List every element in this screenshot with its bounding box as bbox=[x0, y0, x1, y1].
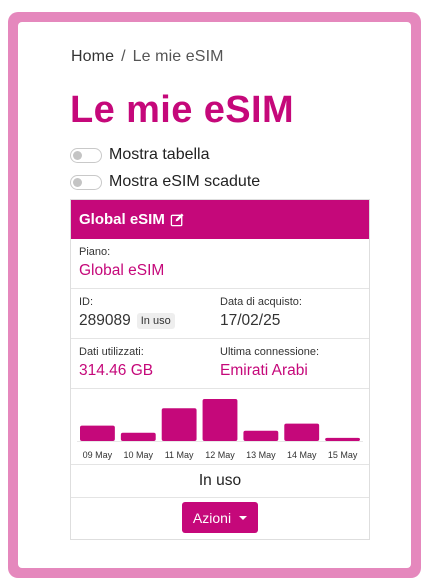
breadcrumb-separator: / bbox=[121, 48, 126, 65]
data-used-column: Dati utilizzati: 314.46 GB bbox=[79, 346, 220, 388]
purchase-column: Data di acquisto: 17/02/25 bbox=[220, 296, 361, 338]
chart-bar bbox=[202, 399, 238, 441]
chart-tick-label: 12 May bbox=[205, 450, 235, 460]
chart-tick-label: 11 May bbox=[165, 450, 194, 460]
last-connection-value: Emirati Arabi bbox=[220, 362, 308, 379]
card-header: Global eSIM bbox=[71, 200, 369, 239]
pencil-square-icon[interactable] bbox=[170, 212, 185, 227]
data-used-value: 314.46 GB bbox=[79, 362, 154, 379]
purchase-value: 17/02/25 bbox=[220, 312, 281, 329]
id-value: 289089 bbox=[79, 312, 131, 329]
caret-down-icon bbox=[239, 515, 248, 520]
page-frame: Home / Le mie eSIM Le mie eSIM Mostra tabe… bbox=[8, 12, 421, 578]
chart-bar bbox=[120, 432, 156, 441]
chart-tick-label: 15 May bbox=[328, 450, 358, 460]
chart-tick-label: 14 May bbox=[287, 450, 317, 460]
chart-tick-label: 09 May bbox=[83, 450, 113, 460]
toggle-show-table[interactable]: Mostra tabella bbox=[70, 146, 210, 164]
actions-label: Azioni bbox=[192, 509, 232, 526]
toggle-knob bbox=[73, 177, 82, 187]
toggle-label: Mostra eSIM scadute bbox=[109, 173, 261, 190]
toggle-switch[interactable] bbox=[70, 174, 102, 190]
data-used-label: Dati utilizzati: bbox=[79, 346, 144, 358]
chart-bar bbox=[80, 425, 115, 441]
chart-bar bbox=[325, 437, 360, 441]
toggle-label: Mostra tabella bbox=[109, 146, 210, 163]
page-title: Le mie eSIM bbox=[70, 89, 295, 131]
chart-bar bbox=[243, 430, 279, 441]
last-connection-label: Ultima connessione: bbox=[220, 346, 320, 358]
content-panel: Home / Le mie eSIM Le mie eSIM Mostra tabe… bbox=[18, 22, 411, 568]
toggle-knob bbox=[73, 150, 82, 160]
breadcrumb-home[interactable]: Home bbox=[71, 48, 114, 65]
actions-wrap: Azioni bbox=[71, 498, 369, 533]
status-text: In uso bbox=[198, 472, 242, 489]
plan-label: Piano: bbox=[79, 246, 111, 258]
purchase-label: Data di acquisto: bbox=[220, 296, 302, 308]
id-purchase-section: ID: 289089 In uso Data di acquisto: 17/0… bbox=[71, 289, 369, 339]
chart-tick-label: 13 May bbox=[246, 450, 276, 460]
breadcrumb: Home / Le mie eSIM bbox=[71, 48, 224, 66]
toggle-switch[interactable] bbox=[70, 147, 102, 163]
esim-card: Global eSIM Piano: Global eSIM ID: 28908… bbox=[70, 199, 370, 540]
chart-tick-label: 10 May bbox=[124, 450, 154, 460]
id-column: ID: 289089 In uso bbox=[79, 296, 220, 338]
status-section: In uso bbox=[71, 465, 369, 498]
chart-bar bbox=[161, 408, 197, 441]
usage-chart: 09 May 10 May 11 May 12 May 13 May 14 May 15 M… bbox=[77, 399, 363, 460]
breadcrumb-current: Le mie eSIM bbox=[132, 48, 224, 65]
id-label: ID: bbox=[79, 296, 94, 308]
plan-section: Piano: Global eSIM bbox=[71, 239, 369, 289]
status-badge: In uso bbox=[136, 313, 175, 329]
plan-value: Global eSIM bbox=[79, 262, 165, 279]
toggle-show-expired[interactable]: Mostra eSIM scadute bbox=[70, 173, 260, 191]
actions-dropdown-button[interactable]: Azioni bbox=[181, 502, 259, 533]
usage-section: Dati utilizzati: 314.46 GB Ultima connes… bbox=[71, 339, 369, 389]
chart-bar bbox=[284, 423, 320, 441]
last-connection-column: Ultima connessione: Emirati Arabi bbox=[220, 346, 361, 388]
card-title: Global eSIM bbox=[79, 211, 165, 228]
usage-chart-section: 09 May 10 May 11 May 12 May 13 May 14 May 15 M… bbox=[71, 389, 369, 465]
